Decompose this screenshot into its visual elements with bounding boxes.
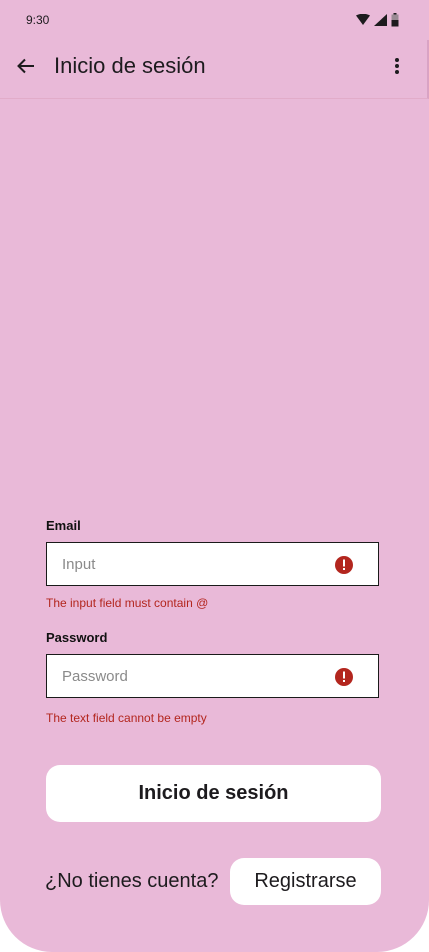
password-input[interactable] [47, 655, 327, 697]
error-icon [335, 556, 353, 574]
status-icons [356, 13, 399, 27]
no-account-text: ¿No tienes cuenta? [45, 870, 219, 892]
login-screen: 9:30 Inicio de sesión Email Input The in… [0, 0, 429, 952]
status-bar: 9:30 [0, 0, 429, 40]
email-field [46, 542, 379, 586]
email-label: Email [46, 518, 81, 533]
page-title: Inicio de sesión [54, 53, 206, 78]
status-time: 9:30 [26, 13, 50, 27]
more-options-button[interactable] [385, 52, 409, 80]
email-input[interactable] [47, 543, 327, 585]
top-app-bar: Inicio de sesión [0, 40, 429, 99]
password-field [46, 654, 379, 698]
battery-icon [391, 13, 399, 27]
password-error-text: The text field cannot be empty [46, 711, 207, 725]
error-icon [335, 668, 353, 686]
login-button[interactable]: Inicio de sesión [46, 765, 381, 822]
password-label: Password [46, 630, 108, 645]
wifi-icon [356, 14, 370, 25]
arrow-back-icon [17, 58, 34, 74]
register-button[interactable]: Registrarse [230, 858, 381, 905]
more-vert-icon [395, 58, 399, 74]
email-error-text: The input field must contain @ [46, 596, 209, 610]
back-button[interactable] [12, 52, 40, 80]
signal-icon [374, 14, 387, 26]
